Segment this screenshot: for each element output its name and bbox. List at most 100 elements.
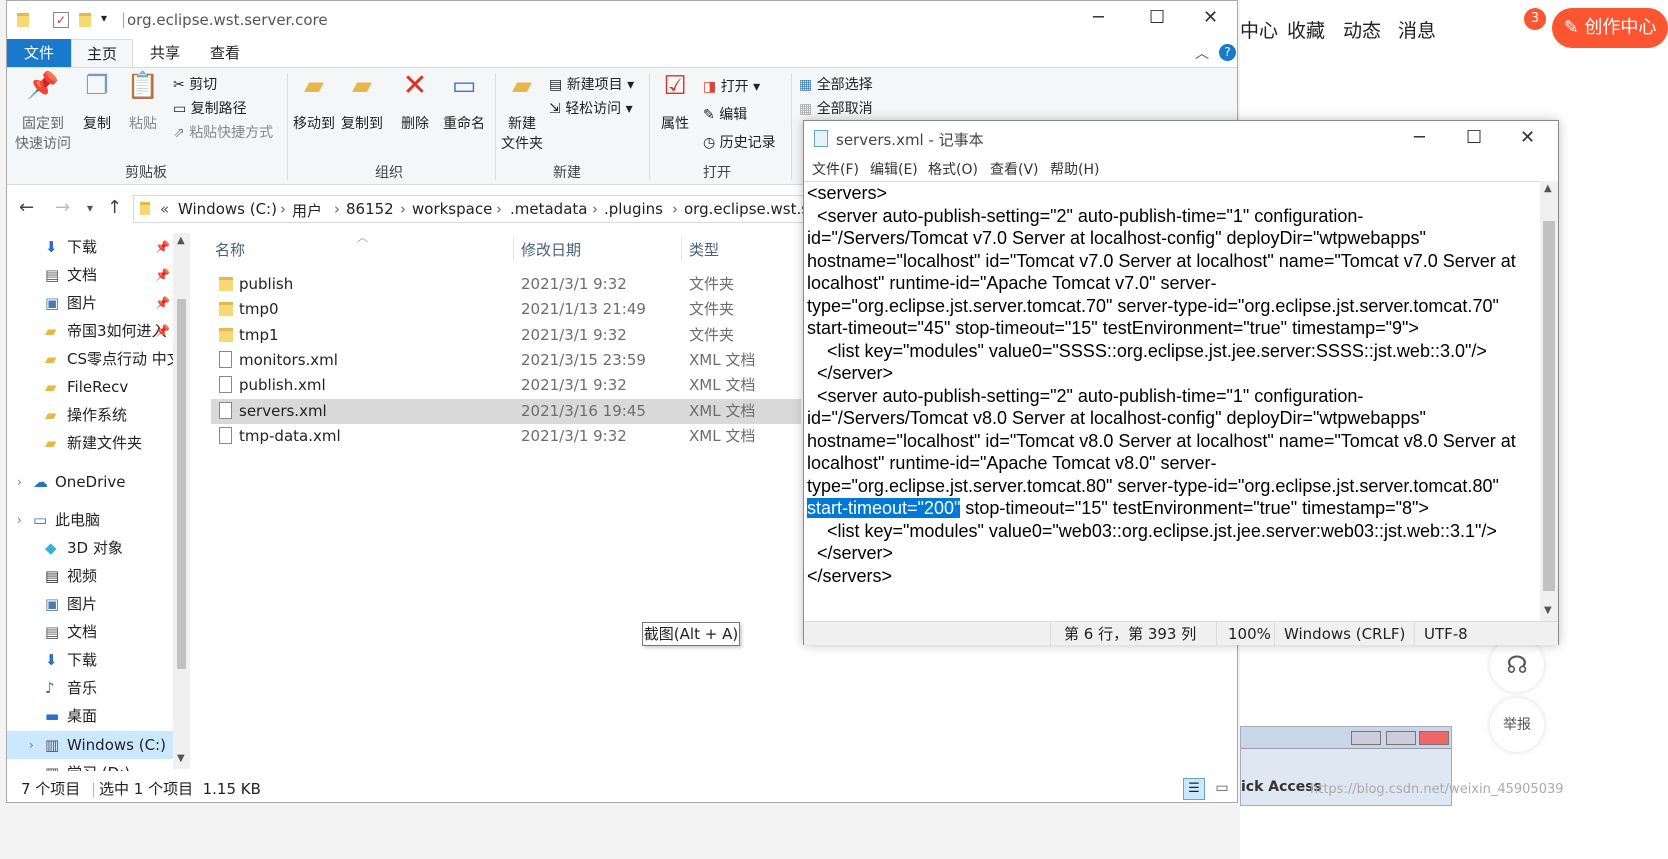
column-type[interactable]: 类型 bbox=[689, 239, 719, 260]
create-center-button[interactable]: ✎ 创作中心 bbox=[1552, 8, 1668, 48]
collapse-ribbon-icon[interactable]: ︿ bbox=[1195, 43, 1209, 63]
history-button[interactable]: ◷ 历史记录 bbox=[703, 132, 776, 154]
up-arrow-icon[interactable]: ↑ bbox=[107, 197, 122, 218]
easy-access-button[interactable]: ⇲ 轻松访问 ▾ bbox=[549, 98, 633, 120]
file-row[interactable]: servers.xml 2021/3/16 19:45 XML 文档 bbox=[211, 398, 801, 424]
move-to-button[interactable]: ▰ 移动到 bbox=[291, 73, 337, 134]
file-row[interactable]: publish.xml 2021/3/1 9:32 XML 文档 bbox=[211, 373, 801, 398]
sidebar-item[interactable]: ▬ 桌面 bbox=[7, 702, 175, 730]
web-nav-favorites[interactable]: 收藏 bbox=[1287, 16, 1325, 43]
notepad-close-icon[interactable]: ✕ bbox=[1520, 127, 1535, 148]
sidebar-item[interactable]: ▥ Windows (C:) › bbox=[7, 731, 175, 759]
breadcrumb-metadata[interactable]: .metadata bbox=[510, 200, 587, 218]
properties-button[interactable]: ☑ 属性 bbox=[655, 73, 695, 134]
checkmark-icon[interactable]: ✓ bbox=[53, 12, 69, 28]
expand-chevron-icon[interactable]: › bbox=[17, 506, 22, 534]
pin-icon[interactable]: 📌 bbox=[155, 317, 170, 345]
web-nav-activity[interactable]: 动态 bbox=[1343, 16, 1381, 43]
report-button[interactable]: 举报 bbox=[1490, 698, 1544, 752]
minimize-icon[interactable]: ─ bbox=[1093, 7, 1104, 28]
column-name[interactable]: 名称 bbox=[215, 239, 245, 260]
paste-button[interactable]: 📋 粘贴 bbox=[123, 73, 163, 134]
nav-scrollbar[interactable]: ▲ ▼ bbox=[173, 233, 190, 769]
sidebar-item[interactable]: ▤ 文档 📌 bbox=[7, 261, 175, 289]
np-scroll-thumb[interactable] bbox=[1543, 221, 1555, 591]
sidebar-item[interactable]: ▰ FileRecv bbox=[7, 373, 175, 401]
web-nav-center[interactable]: 中心 bbox=[1240, 16, 1278, 43]
sidebar-item[interactable]: ⬇ 下载 📌 bbox=[7, 233, 175, 261]
sidebar-item[interactable]: ▰ CS零点行动 中文 bbox=[7, 345, 175, 373]
notepad-text-area[interactable]: <servers> <server auto-publish-setting="… bbox=[804, 181, 1540, 621]
sidebar-item[interactable]: ☁ OneDrive › bbox=[7, 468, 175, 496]
details-view-icon[interactable]: ☰ bbox=[1183, 778, 1205, 800]
quick-access-dropdown-icon[interactable]: ▾ bbox=[101, 11, 107, 25]
forward-arrow-icon[interactable]: → bbox=[55, 197, 70, 218]
tab-share[interactable]: 共享 bbox=[135, 39, 195, 67]
sidebar-item[interactable]: ▤ 文档 bbox=[7, 618, 175, 646]
copy-button[interactable]: ❐ 复制 bbox=[77, 73, 117, 134]
large-icons-view-icon[interactable]: ▭ bbox=[1211, 778, 1233, 800]
scroll-up-icon[interactable]: ▲ bbox=[177, 235, 185, 246]
maximize-icon[interactable]: ☐ bbox=[1149, 7, 1165, 28]
sidebar-item[interactable]: ♪ 音乐 bbox=[7, 674, 175, 702]
sidebar-item[interactable]: ▣ 图片 📌 bbox=[7, 289, 175, 317]
help-icon[interactable]: ? bbox=[1219, 44, 1236, 61]
menu-format[interactable]: 格式(O) bbox=[928, 159, 978, 179]
sidebar-item[interactable]: ▥ 学习 (D:) bbox=[7, 759, 175, 771]
expand-chevron-icon[interactable]: › bbox=[29, 731, 34, 759]
breadcrumb-drive[interactable]: Windows (C:) bbox=[178, 200, 277, 218]
selected-text[interactable]: start-timeout="200" bbox=[807, 498, 961, 518]
sidebar-item[interactable]: ▰ 帝国3如何进入 📌 bbox=[7, 317, 175, 345]
np-scroll-down-icon[interactable]: ▼ bbox=[1544, 605, 1552, 616]
menu-view[interactable]: 查看(V) bbox=[990, 159, 1039, 179]
copy-to-button[interactable]: ▰ 复制到 bbox=[339, 73, 385, 134]
recent-locations-icon[interactable]: ▾ bbox=[87, 201, 93, 215]
menu-help[interactable]: 帮助(H) bbox=[1050, 159, 1099, 179]
file-row[interactable]: tmp0 2021/1/13 21:49 文件夹 bbox=[211, 297, 801, 322]
headset-icon[interactable]: ☊ bbox=[1490, 638, 1544, 692]
breadcrumb-workspace[interactable]: workspace bbox=[412, 200, 492, 218]
back-arrow-icon[interactable]: ← bbox=[19, 197, 34, 218]
copy-path-button[interactable]: ▭ 复制路径 bbox=[173, 98, 247, 120]
web-nav-messages[interactable]: 消息 bbox=[1398, 16, 1436, 43]
paste-shortcut-button[interactable]: ⇗ 粘贴快捷方式 bbox=[173, 122, 273, 144]
sidebar-item[interactable]: ▰ 操作系统 bbox=[7, 401, 175, 429]
notepad-scrollbar[interactable]: ▲ ▼ bbox=[1540, 181, 1558, 621]
open-button[interactable]: ◨ 打开 ▾ bbox=[703, 76, 760, 98]
new-folder-button[interactable]: ▰ 新建 文件夹 bbox=[499, 73, 545, 154]
delete-button[interactable]: ✕ 删除 bbox=[397, 71, 433, 134]
pin-icon[interactable]: 📌 bbox=[155, 261, 170, 289]
tab-file[interactable]: 文件 bbox=[7, 39, 71, 67]
menu-edit[interactable]: 编辑(E) bbox=[870, 159, 918, 179]
scroll-down-icon[interactable]: ▼ bbox=[177, 753, 185, 764]
sidebar-item[interactable]: ▤ 视频 bbox=[7, 562, 175, 590]
expand-chevron-icon[interactable]: › bbox=[17, 468, 22, 496]
sidebar-item[interactable]: ◆ 3D 对象 bbox=[7, 534, 175, 562]
nav-scroll-thumb[interactable] bbox=[177, 299, 186, 669]
notepad-maximize-icon[interactable]: ☐ bbox=[1466, 127, 1482, 148]
rename-button[interactable]: ▭ 重命名 bbox=[439, 73, 489, 134]
close-icon[interactable]: ✕ bbox=[1203, 7, 1218, 28]
breadcrumb-plugins[interactable]: .plugins bbox=[604, 200, 663, 218]
address-bar[interactable]: « Windows (C:) › 用户 › 86152 › workspace … bbox=[133, 195, 813, 223]
sidebar-item[interactable]: ▣ 图片 bbox=[7, 590, 175, 618]
select-all-button[interactable]: ▦ 全部选择 bbox=[799, 74, 873, 96]
sidebar-item[interactable]: ▰ 新建文件夹 bbox=[7, 429, 175, 457]
np-scroll-up-icon[interactable]: ▲ bbox=[1544, 183, 1552, 194]
breadcrumb-current[interactable]: org.eclipse.wst.se bbox=[684, 200, 812, 218]
file-row[interactable]: tmp1 2021/3/1 9:32 文件夹 bbox=[211, 323, 801, 348]
edit-button[interactable]: ✎ 编辑 bbox=[703, 104, 747, 126]
pin-icon[interactable]: 📌 bbox=[155, 233, 170, 261]
pin-quick-access-button[interactable]: 📌 固定到 快速访问 bbox=[13, 73, 73, 154]
file-row[interactable]: tmp-data.xml 2021/3/1 9:32 XML 文档 bbox=[211, 424, 801, 449]
tab-home[interactable]: 主页 bbox=[71, 39, 133, 67]
pin-icon[interactable]: 📌 bbox=[155, 289, 170, 317]
select-none-button[interactable]: ▦ 全部取消 bbox=[799, 98, 873, 120]
tab-view[interactable]: 查看 bbox=[195, 39, 255, 67]
file-row[interactable]: publish 2021/3/1 9:32 文件夹 bbox=[211, 272, 801, 297]
new-item-button[interactable]: ▤ 新建项目 ▾ bbox=[549, 74, 634, 96]
breadcrumb-user[interactable]: 86152 bbox=[346, 200, 394, 218]
column-date[interactable]: 修改日期 bbox=[521, 239, 581, 260]
cut-button[interactable]: ✂ 剪切 bbox=[173, 74, 217, 96]
sidebar-item[interactable]: ⬇ 下载 bbox=[7, 646, 175, 674]
